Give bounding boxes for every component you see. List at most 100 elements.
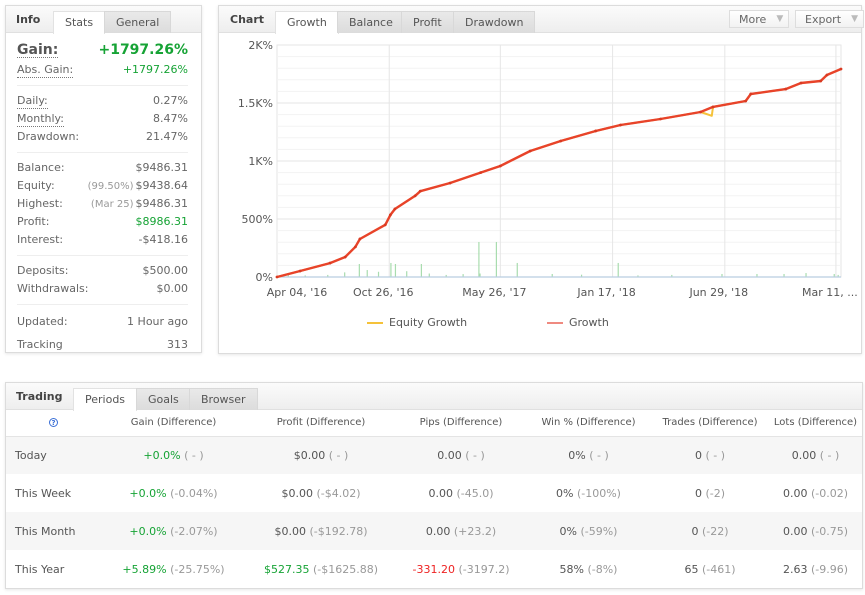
legend-label: Growth <box>569 316 609 329</box>
growth-point <box>825 73 829 77</box>
table-cell: 0% (-59%) <box>526 512 651 550</box>
equity-growth-swatch-icon <box>367 322 383 324</box>
deposits-value: $500.00 <box>142 264 189 277</box>
table-cell: +0.0% (-2.07%) <box>101 512 246 550</box>
cell-difference: ( - ) <box>589 448 609 462</box>
growth-point <box>559 139 563 143</box>
tab-general[interactable]: General <box>104 11 172 33</box>
cell-difference: (-8%) <box>587 562 618 576</box>
cell-difference: (-2.07%) <box>170 524 218 538</box>
col-pips: Pips (Difference) <box>396 410 526 437</box>
x-tick-label: Jun 29, '18 <box>688 286 748 299</box>
export-label: Export <box>805 13 842 26</box>
growth-point <box>659 117 662 121</box>
period-label: This Week <box>15 486 72 500</box>
abs-gain-label[interactable]: Abs. Gain: <box>17 63 74 78</box>
tab-balance[interactable]: Balance <box>337 11 405 33</box>
cell-value: 0.00 <box>791 448 817 462</box>
withdrawals-value: $0.00 <box>156 282 189 295</box>
chevron-down-icon: ▼ <box>851 14 859 24</box>
period-label: Today <box>6 436 101 474</box>
legend-item-growth[interactable]: Growth <box>547 316 609 329</box>
tab-profit[interactable]: Profit <box>401 11 454 33</box>
growth-point <box>343 255 347 259</box>
chart-title: Chart <box>230 13 265 26</box>
growth-point <box>388 213 392 217</box>
table-cell: 0% ( - ) <box>526 436 651 474</box>
growth-point <box>479 171 483 175</box>
gain-label[interactable]: Gain: <box>17 43 59 58</box>
x-tick-label: May 26, '17 <box>462 286 526 299</box>
table-cell: 0% (-100%) <box>526 474 651 512</box>
cell-difference: (-$4.02) <box>316 486 361 500</box>
x-tick-label: Apr 04, '16 <box>267 286 328 299</box>
tab-browser[interactable]: Browser <box>189 388 258 410</box>
tab-drawdown[interactable]: Drawdown <box>453 11 536 33</box>
cell-value: 0.00 <box>425 524 451 538</box>
growth-point <box>298 269 302 273</box>
cell-difference: (-9.96) <box>810 562 849 576</box>
cell-value: +0.0% <box>143 448 181 462</box>
cell-difference: ( - ) <box>328 448 349 462</box>
growth-point <box>358 237 362 241</box>
tab-periods[interactable]: Periods <box>73 388 138 411</box>
equity-percent: (99.50%) <box>87 181 134 192</box>
growth-point <box>528 149 532 153</box>
balance-value: $9486.31 <box>135 161 189 174</box>
cell-value: 0 <box>691 524 699 538</box>
trading-panel: Trading Periods Goals Browser ? Gain (Di… <box>5 382 863 589</box>
daily-label[interactable]: Daily: <box>17 94 48 109</box>
more-dropdown[interactable]: More ▼ <box>729 10 790 28</box>
tab-goals[interactable]: Goals <box>136 388 191 410</box>
tracking-value[interactable]: 313 <box>167 333 188 357</box>
growth-point <box>819 79 823 83</box>
table-header: ? Gain (Difference) Profit (Difference) … <box>6 410 862 437</box>
col-lots: Lots (Difference) <box>769 410 862 437</box>
table-row: This Year +5.89% (-25.75%) $527.35 (-$1625… <box>6 550 862 588</box>
growth-point <box>498 164 502 168</box>
growth-point <box>413 194 417 198</box>
daily-value: 0.27% <box>153 94 188 107</box>
drawdown-value: 21.47% <box>146 130 188 143</box>
table-cell: $527.35 (-$1625.88) <box>246 550 396 588</box>
cell-difference: (-22) <box>701 524 729 538</box>
equity-value: $9438.64 <box>135 179 189 192</box>
col-gain: Gain (Difference) <box>101 410 246 437</box>
col-profit: Profit (Difference) <box>246 410 396 437</box>
monthly-label[interactable]: Monthly: <box>17 112 64 127</box>
tracking-label: Tracking <box>17 338 63 351</box>
cell-value: 58% <box>559 562 584 576</box>
y-tick-label: 2K% <box>248 39 273 52</box>
balance-row: Balance: $9486.31 <box>17 159 188 177</box>
cell-difference: (-3197.2) <box>458 562 510 576</box>
y-tick-label: 1.5K% <box>238 97 273 110</box>
tab-stats[interactable]: Stats <box>53 11 106 34</box>
help-icon[interactable]: ? <box>49 418 58 428</box>
table-cell: 0 (-2) <box>651 474 769 512</box>
daily-row: Daily: 0.27% <box>17 92 188 110</box>
export-dropdown[interactable]: Export ▼ <box>795 10 865 28</box>
updated-value: 1 Hour ago <box>127 315 188 328</box>
divider <box>17 85 188 86</box>
table-cell: $0.00 (-$4.02) <box>246 474 396 512</box>
cell-difference: ( - ) <box>465 448 485 462</box>
interest-row: Interest: -$418.16 <box>17 231 188 249</box>
tab-growth[interactable]: Growth <box>275 11 339 34</box>
table-cell: +0.0% (-0.04%) <box>101 474 246 512</box>
cell-value: $0.00 <box>274 524 306 538</box>
highest-label: Highest: <box>17 197 63 210</box>
highest-value: $9486.31 <box>135 197 189 210</box>
cell-value: $527.35 <box>263 562 310 576</box>
growth-point <box>619 123 622 127</box>
cell-difference: ( - ) <box>705 448 726 462</box>
cell-difference: (-0.04%) <box>170 486 218 500</box>
table-cell: -331.20 (-3197.2) <box>396 550 526 588</box>
legend-item-equity-growth[interactable]: Equity Growth <box>367 316 467 329</box>
col-trades: Trades (Difference) <box>651 410 769 437</box>
cell-difference: ( - ) <box>184 448 204 462</box>
legend-label: Equity Growth <box>389 316 468 329</box>
drawdown-label: Drawdown: <box>17 130 80 143</box>
growth-chart[interactable]: 0% 500% 1K% 1.5K% 2K% Apr 04, '16 Oct 26, '16 M… <box>219 34 861 309</box>
divider <box>17 255 188 256</box>
cell-value: 0.00 <box>428 486 453 500</box>
